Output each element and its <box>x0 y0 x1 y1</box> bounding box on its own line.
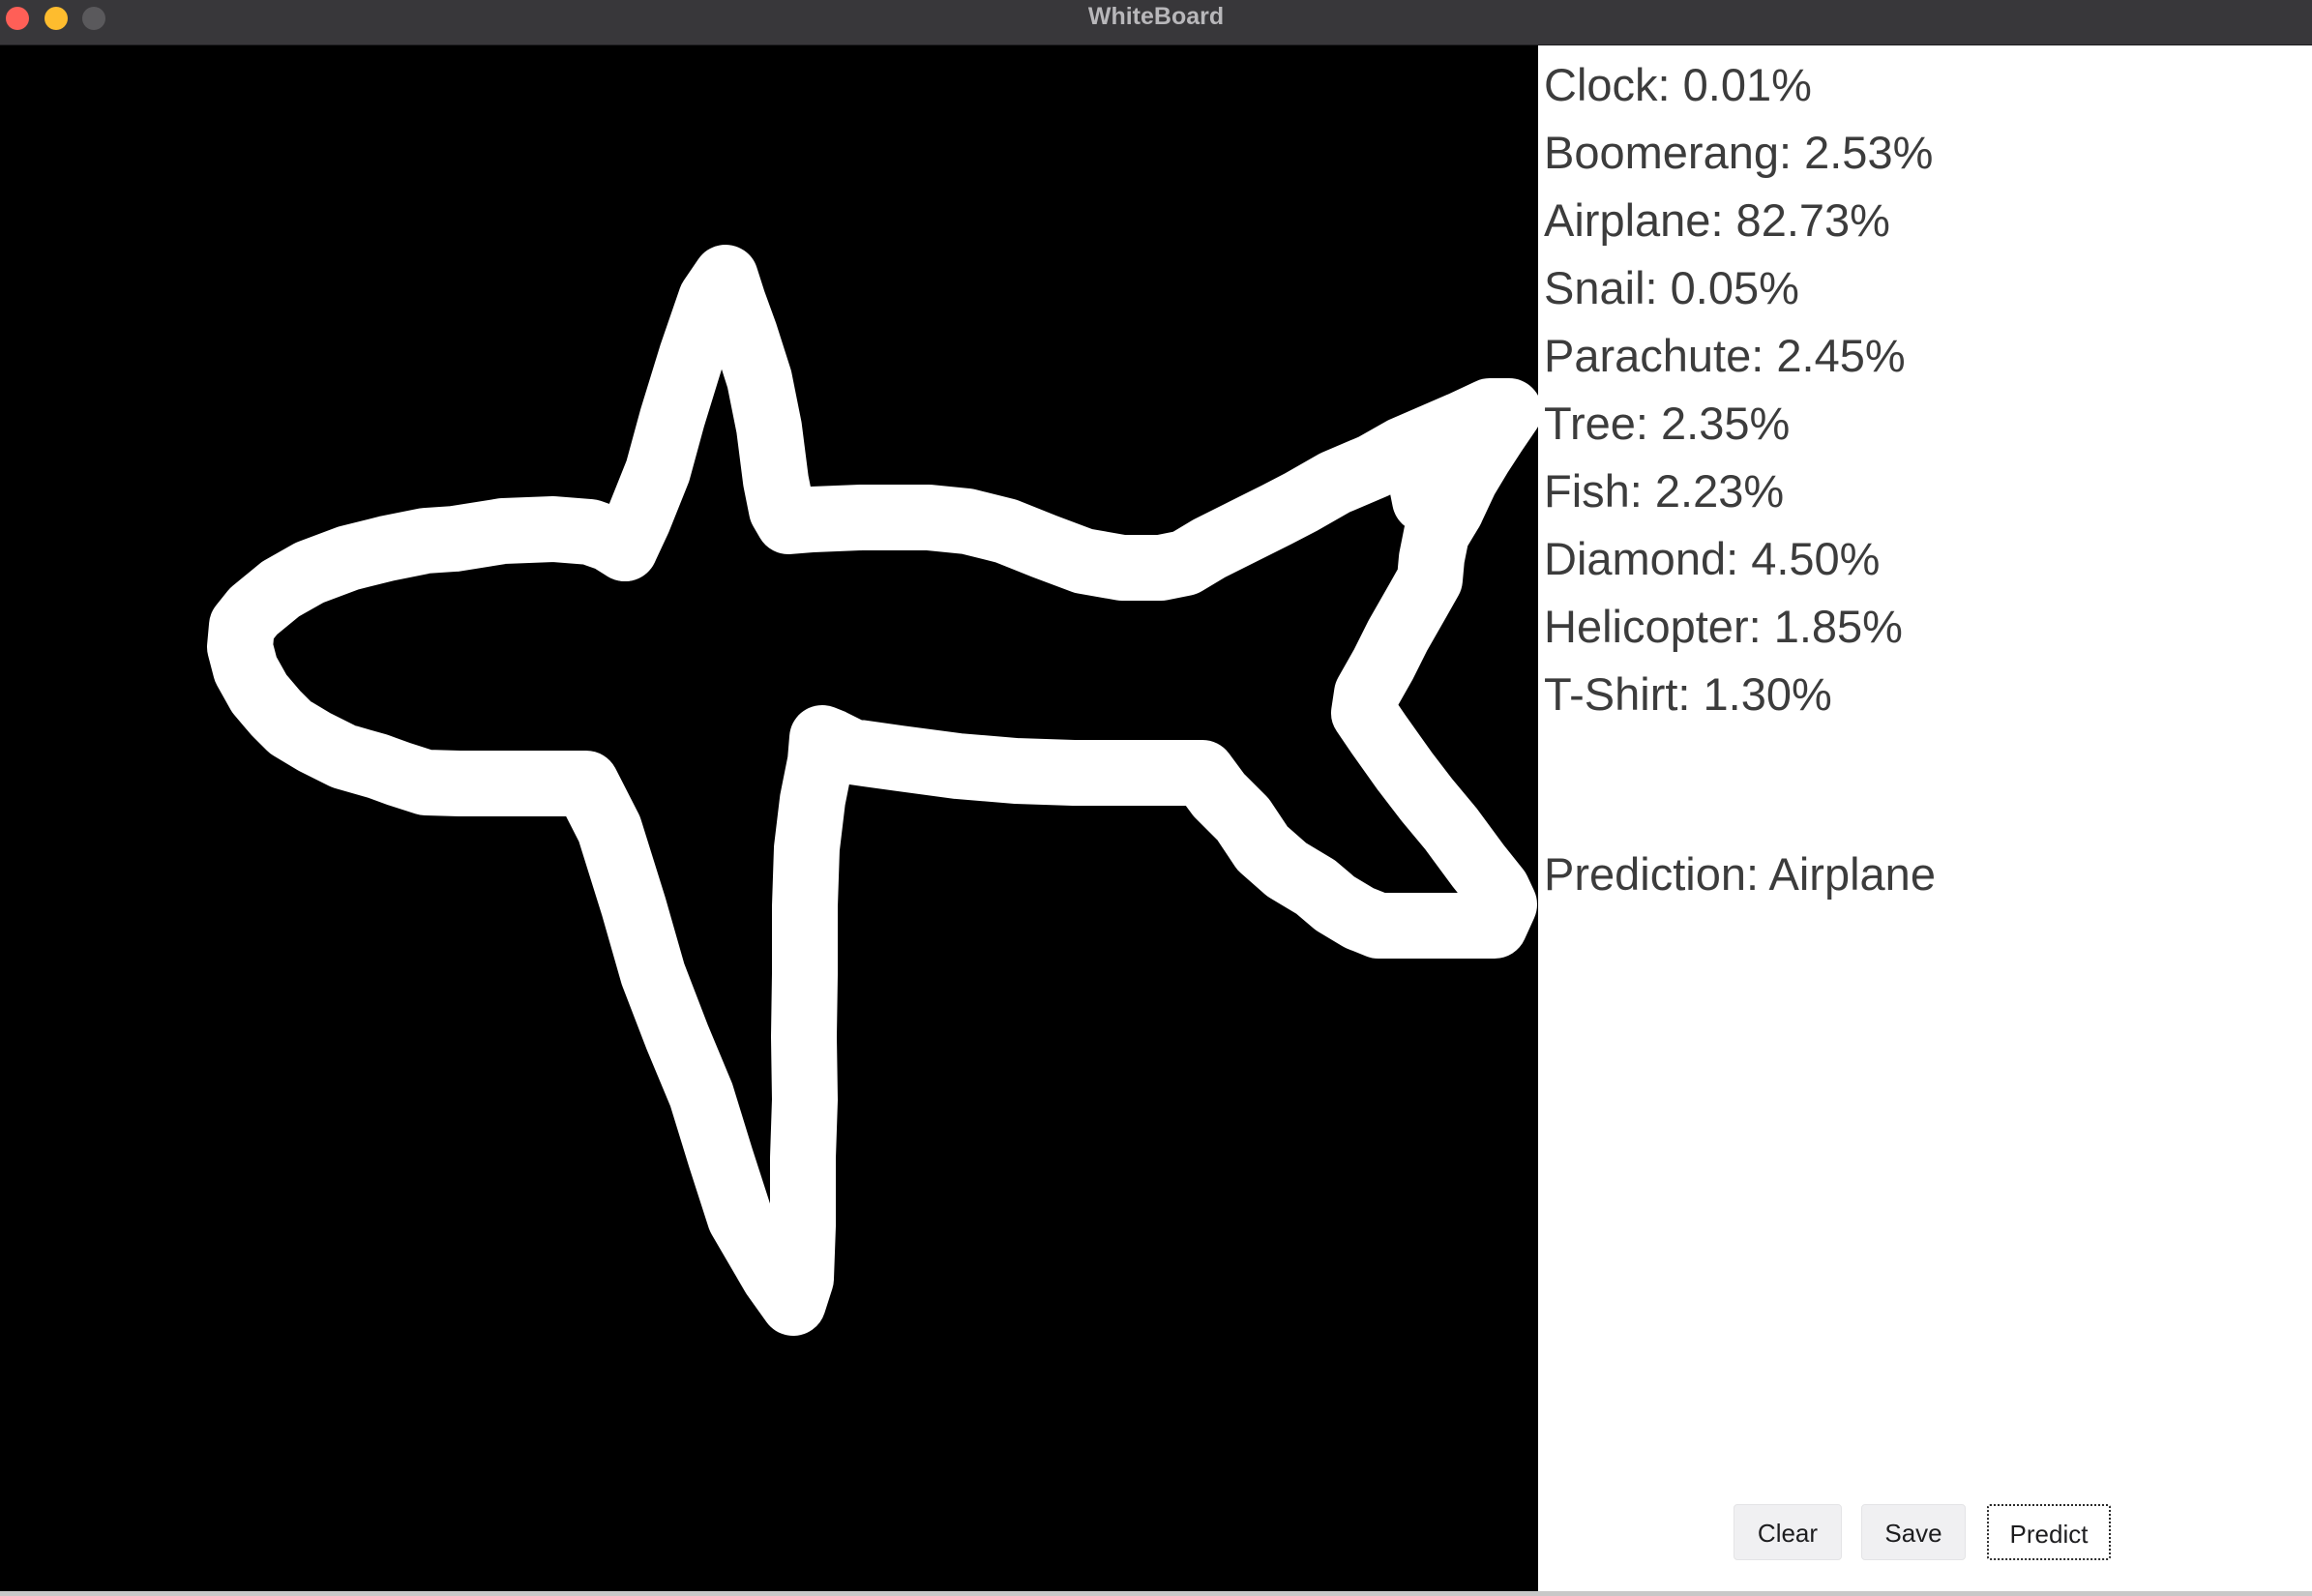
prediction-panel: Clock: 0.01% Boomerang: 2.53% Airplane: … <box>1538 45 2312 1593</box>
action-buttons: Clear Save Predict <box>1538 1504 2312 1562</box>
app-window: WhiteBoard Clock: 0.01% Boomerang: 2.53%… <box>0 0 2312 1596</box>
probability-boomerang: Boomerang: 2.53% <box>1544 127 1934 178</box>
probability-t-shirt: T-Shirt: 1.30% <box>1544 668 1832 720</box>
probability-fish: Fish: 2.23% <box>1544 465 1785 517</box>
window-bottom-edge <box>0 1591 2312 1596</box>
probability-parachute: Parachute: 2.45% <box>1544 330 1906 381</box>
probability-clock: Clock: 0.01% <box>1544 59 1812 110</box>
probability-helicopter: Helicopter: 1.85% <box>1544 601 1903 652</box>
title-bar: WhiteBoard <box>0 0 2312 45</box>
predict-button[interactable]: Predict <box>1987 1504 2111 1560</box>
airplane-drawing-stroke <box>207 409 1537 1336</box>
save-button[interactable]: Save <box>1861 1504 1966 1560</box>
probability-list: Clock: 0.01% Boomerang: 2.53% Airplane: … <box>1544 51 1933 728</box>
probability-diamond: Diamond: 4.50% <box>1544 533 1881 584</box>
drawing-surface[interactable] <box>0 45 1538 1593</box>
prediction-result: Prediction: Airplane <box>1544 848 1936 900</box>
window-title: WhiteBoard <box>1087 3 1225 30</box>
probability-airplane: Airplane: 82.73% <box>1544 194 1890 246</box>
drawing-canvas[interactable] <box>0 45 1538 1593</box>
clear-button[interactable]: Clear <box>1734 1504 1842 1560</box>
airplane-upper-wing-stroke <box>592 245 1538 601</box>
probability-snail: Snail: 0.05% <box>1544 262 1799 313</box>
probability-tree: Tree: 2.35% <box>1544 398 1791 449</box>
